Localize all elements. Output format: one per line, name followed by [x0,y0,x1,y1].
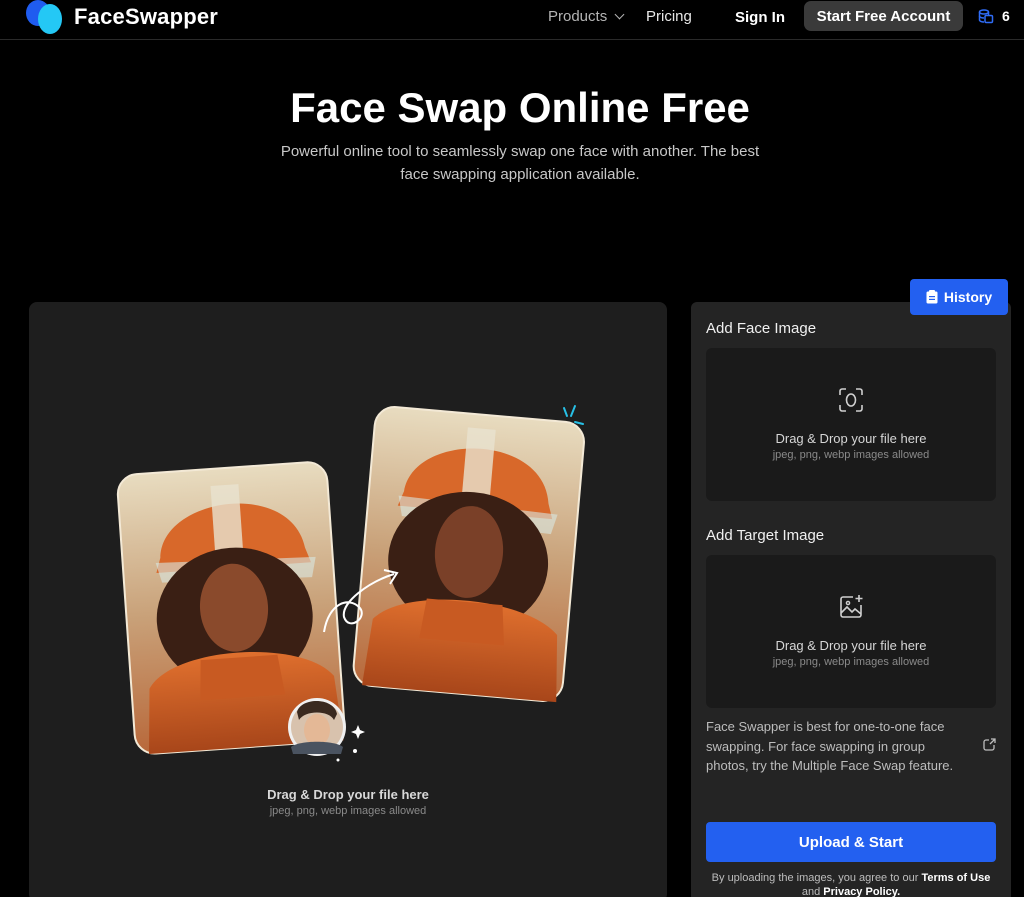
top-navigation-bar: FaceSwapper Products Pricing Sign In Sta… [0,0,1024,40]
face-drop-hint: jpeg, png, webp images allowed [772,449,930,461]
privacy-policy-link[interactable]: Privacy Policy. [823,886,900,897]
nav-products-menu[interactable]: Products [548,8,625,25]
start-free-account-button[interactable]: Start Free Account [804,1,963,31]
face-swap-illustration [116,405,585,762]
target-drop-text: Drag & Drop your file here [775,638,927,653]
face-drop-text: Drag & Drop your file here [775,431,927,446]
face-image-label: Add Face Image [706,320,817,337]
face-image-drop-zone[interactable]: Drag & Drop your file here jpeg, png, we… [706,348,996,501]
nav-products-label: Products [548,8,608,25]
page-subtitle: Powerful online tool to seamlessly swap … [280,143,760,183]
credits-indicator[interactable]: 6 [978,8,1010,24]
target-drop-hint: jpeg, png, webp images allowed [772,656,930,668]
terms-notice: By uploading the images, you agree to ou… [706,871,996,897]
multi-face-note: Face Swapper is best for one-to-one face… [706,719,954,773]
main-drop-text: Drag & Drop your file here [267,787,429,802]
clipboard-icon [926,290,938,304]
upload-start-button[interactable]: Upload & Start [706,822,996,862]
target-image-drop-zone[interactable]: Drag & Drop your file here jpeg, png, we… [706,555,996,708]
brand-logo[interactable]: FaceSwapper [26,0,218,34]
coins-icon [978,9,994,24]
history-label: History [943,289,993,305]
terms-of-use-link[interactable]: Terms of Use [921,872,990,884]
external-link-icon[interactable] [982,738,996,752]
credits-count: 6 [1002,8,1010,24]
main-drop-zone[interactable]: Drag & Drop your file here jpeg, png, we… [29,302,667,897]
terms-prefix: By uploading the images, you agree to ou… [711,872,919,884]
add-image-icon [840,595,863,618]
face-scan-icon [839,388,863,412]
target-image-label: Add Target Image [706,527,825,544]
nav-pricing-link[interactable]: Pricing [646,8,692,25]
result-photo-card [352,406,585,703]
history-button[interactable]: History [910,279,1008,315]
chevron-down-icon [614,9,625,20]
page-title: Face Swap Online Free [290,84,750,131]
sign-in-link[interactable]: Sign In [735,9,785,26]
main-drop-hint: jpeg, png, webp images allowed [269,805,427,817]
terms-and: and [801,886,821,897]
logo-icon [26,0,64,34]
brand-name: FaceSwapper [74,4,219,29]
